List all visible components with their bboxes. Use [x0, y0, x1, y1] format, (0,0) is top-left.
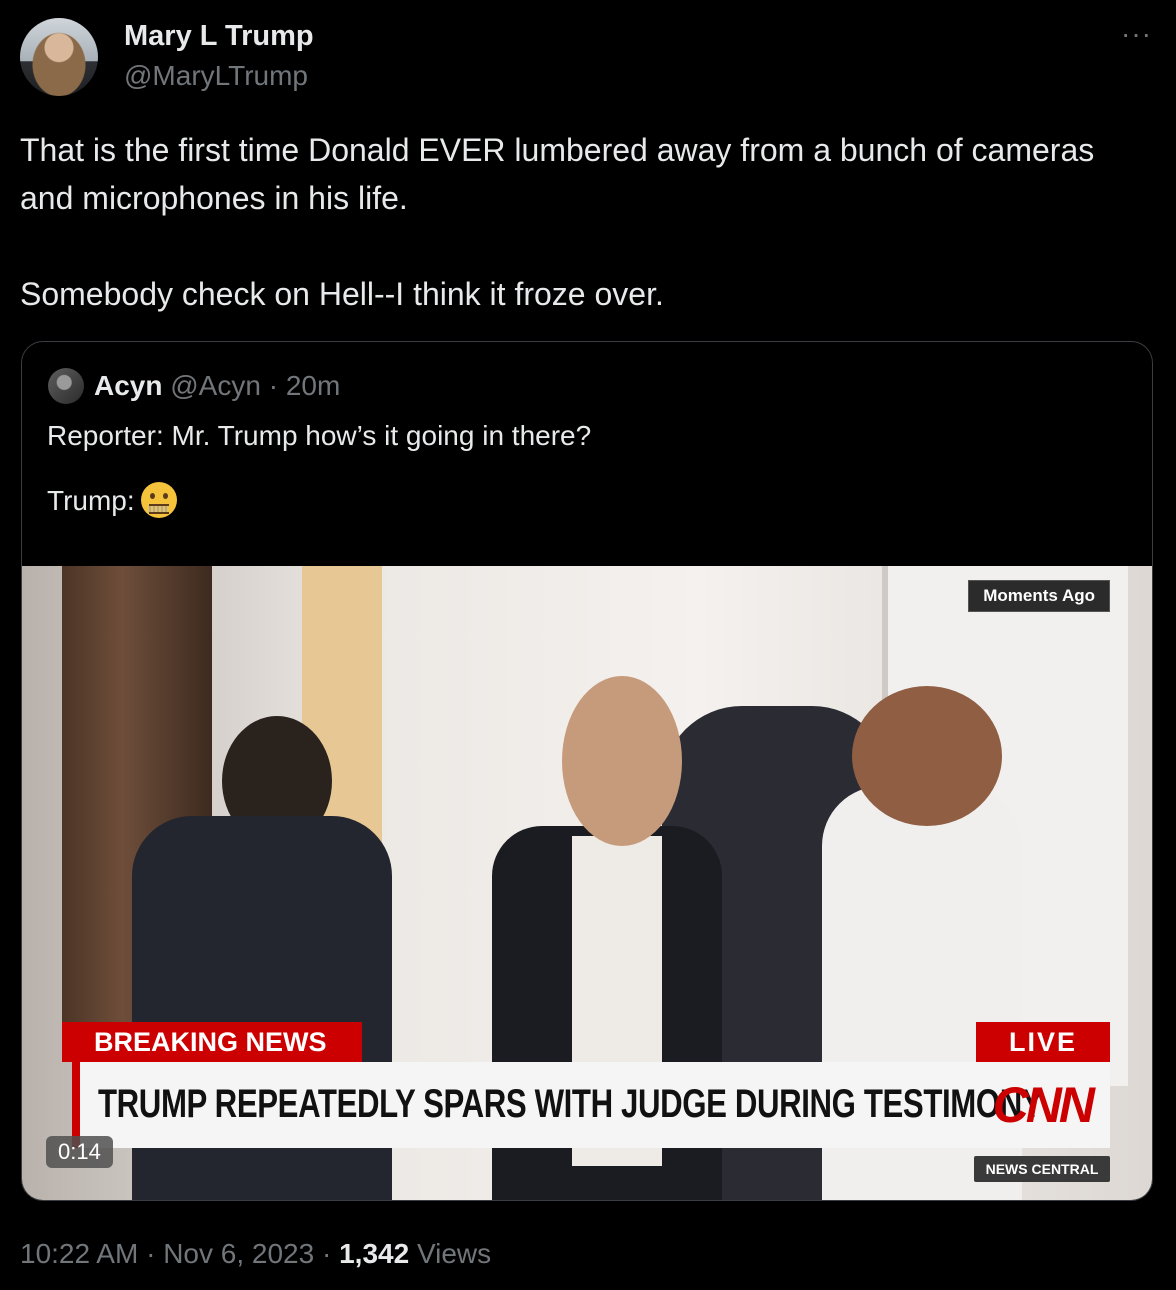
tweet-line-2: Somebody check on Hell--I think it froze…	[20, 276, 664, 312]
news-central-label: NEWS CENTRAL	[974, 1156, 1110, 1182]
cnn-logo: CNN	[992, 1077, 1095, 1133]
views-count: 1,342	[339, 1238, 410, 1269]
quote-trump-label: Trump:	[47, 485, 135, 516]
video-player[interactable]: Moments Ago BREAKING NEWS LIVE TRUMP REP…	[22, 566, 1152, 1200]
live-badge: LIVE	[976, 1022, 1110, 1062]
quote-line-1: Reporter: Mr. Trump how’s it going in th…	[47, 420, 592, 451]
quote-author-name: Acyn	[94, 370, 163, 401]
news-banner: TRUMP REPEATEDLY SPARS WITH JUDGE DURING…	[72, 1062, 1110, 1148]
quote-header: Acyn @Acyn · 20m	[94, 370, 340, 402]
tweet-line-1: That is the first time Donald EVER lumbe…	[20, 132, 1095, 216]
quote-line-2: Trump:	[47, 482, 1127, 519]
quote-time: 20m	[285, 370, 341, 401]
author-handle[interactable]: @MaryLTrump	[124, 60, 308, 92]
zipper-mouth-face-icon	[140, 482, 177, 518]
footer-separator: ·	[321, 1238, 340, 1269]
footer-separator: ·	[146, 1238, 164, 1269]
video-scene-person	[562, 676, 682, 846]
news-headline: TRUMP REPEATEDLY SPARS WITH JUDGE DURING…	[98, 1082, 1043, 1126]
quote-author-handle: @Acyn	[170, 370, 261, 401]
more-horizontal-icon[interactable]: ···	[1121, 18, 1152, 50]
quote-separator: ·	[268, 370, 286, 401]
tweet-time[interactable]: 10:22 AM	[20, 1238, 138, 1269]
tweet-date[interactable]: Nov 6, 2023	[163, 1238, 314, 1269]
quoted-tweet[interactable]: Acyn @Acyn · 20m Reporter: Mr. Trump how…	[21, 341, 1153, 1201]
moments-ago-badge: Moments Ago	[968, 580, 1110, 612]
author-name[interactable]: Mary L Trump	[124, 20, 314, 53]
author-avatar[interactable]	[20, 18, 98, 96]
quote-text: Reporter: Mr. Trump how’s it going in th…	[47, 418, 1127, 519]
quote-author-avatar	[48, 368, 84, 404]
video-duration: 0:14	[46, 1136, 113, 1168]
tweet-footer: 10:22 AM · Nov 6, 2023 · 1,342 Views	[20, 1238, 491, 1270]
video-scene-officer	[852, 686, 1002, 826]
views-label: Views	[416, 1238, 492, 1269]
tweet-text: That is the first time Donald EVER lumbe…	[20, 126, 1140, 318]
breaking-news-label: BREAKING NEWS	[62, 1022, 362, 1062]
